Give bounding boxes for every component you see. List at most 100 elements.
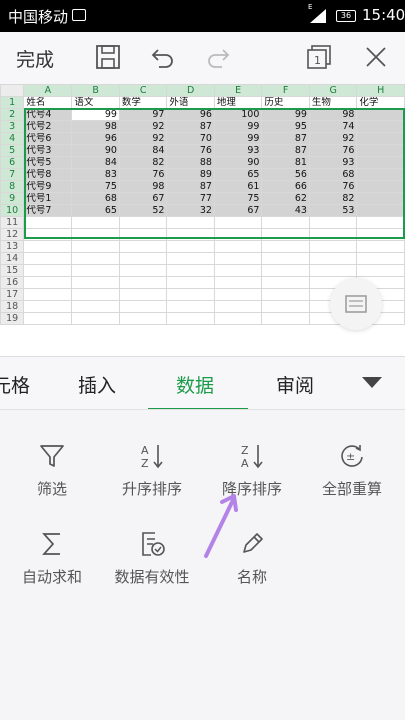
data-validation-button[interactable]: 数据有效性 xyxy=(102,530,202,587)
tabs-more-icon[interactable] xyxy=(362,377,382,388)
table-cell[interactable]: 代号7 xyxy=(23,204,73,217)
table-cell[interactable] xyxy=(308,216,358,229)
table-cell[interactable]: 代号3 xyxy=(23,144,73,157)
table-cell[interactable] xyxy=(356,216,405,229)
table-cell[interactable] xyxy=(166,216,215,229)
table-cell[interactable] xyxy=(118,312,168,325)
table-cell[interactable] xyxy=(118,288,168,301)
sheets-switch-icon[interactable]: 1 xyxy=(306,44,332,70)
table-cell[interactable] xyxy=(118,300,168,313)
table-cell[interactable] xyxy=(23,264,73,277)
table-cell[interactable]: 68 xyxy=(71,192,120,205)
row-header[interactable]: 10 xyxy=(0,204,25,217)
table-cell[interactable]: 地理 xyxy=(213,96,263,109)
table-cell[interactable] xyxy=(261,252,310,265)
table-cell[interactable]: 87 xyxy=(166,120,215,133)
table-cell[interactable] xyxy=(356,264,405,277)
table-cell[interactable]: 92 xyxy=(118,120,168,133)
table-cell[interactable]: 代号5 xyxy=(23,156,73,169)
table-cell[interactable] xyxy=(23,288,73,301)
table-cell[interactable]: 82 xyxy=(308,192,358,205)
table-cell[interactable] xyxy=(166,288,215,301)
table-cell[interactable]: 52 xyxy=(118,204,168,217)
table-cell[interactable]: 化学 xyxy=(356,96,405,109)
table-cell[interactable] xyxy=(356,168,405,181)
undo-icon[interactable] xyxy=(150,44,176,70)
table-cell[interactable] xyxy=(166,264,215,277)
row-header[interactable]: 12 xyxy=(0,228,25,241)
table-cell[interactable] xyxy=(23,240,73,253)
table-cell[interactable]: 67 xyxy=(213,204,263,217)
table-cell[interactable]: 75 xyxy=(71,180,120,193)
table-cell[interactable] xyxy=(213,240,263,253)
table-cell[interactable]: 99 xyxy=(71,108,120,121)
column-header[interactable]: F xyxy=(261,84,310,97)
row-header[interactable]: 1 xyxy=(0,96,25,109)
table-cell[interactable] xyxy=(213,288,263,301)
table-cell[interactable] xyxy=(71,300,120,313)
table-cell[interactable] xyxy=(166,252,215,265)
table-cell[interactable]: 生物 xyxy=(308,96,358,109)
table-cell[interactable] xyxy=(71,252,120,265)
table-cell[interactable] xyxy=(261,228,310,241)
table-cell[interactable]: 32 xyxy=(166,204,215,217)
table-cell[interactable] xyxy=(356,192,405,205)
table-cell[interactable]: 96 xyxy=(166,108,215,121)
table-cell[interactable]: 代号1 xyxy=(23,192,73,205)
table-cell[interactable] xyxy=(166,300,215,313)
table-cell[interactable]: 56 xyxy=(261,168,310,181)
row-header[interactable]: 16 xyxy=(0,276,25,289)
table-cell[interactable]: 77 xyxy=(166,192,215,205)
table-cell[interactable]: 65 xyxy=(71,204,120,217)
table-cell[interactable]: 100 xyxy=(213,108,263,121)
table-cell[interactable] xyxy=(213,252,263,265)
table-cell[interactable]: 70 xyxy=(166,132,215,145)
row-header[interactable]: 5 xyxy=(0,144,25,157)
table-cell[interactable] xyxy=(166,276,215,289)
table-cell[interactable]: 53 xyxy=(308,204,358,217)
table-cell[interactable]: 76 xyxy=(308,144,358,157)
table-cell[interactable]: 93 xyxy=(308,156,358,169)
table-cell[interactable] xyxy=(23,228,73,241)
table-cell[interactable]: 43 xyxy=(261,204,310,217)
table-cell[interactable]: 92 xyxy=(118,132,168,145)
table-cell[interactable]: 83 xyxy=(71,168,120,181)
table-cell[interactable]: 75 xyxy=(213,192,263,205)
table-cell[interactable]: 98 xyxy=(71,120,120,133)
table-cell[interactable]: 代号2 xyxy=(23,120,73,133)
table-cell[interactable] xyxy=(356,180,405,193)
table-cell[interactable] xyxy=(213,216,263,229)
table-cell[interactable] xyxy=(261,264,310,277)
tab-cell[interactable]: 元格 xyxy=(0,371,30,398)
table-cell[interactable]: 代号9 xyxy=(23,180,73,193)
table-cell[interactable] xyxy=(71,228,120,241)
table-cell[interactable] xyxy=(23,216,73,229)
row-header[interactable]: 2 xyxy=(0,108,25,121)
filter-button[interactable]: 筛选 xyxy=(2,442,102,499)
table-cell[interactable]: 历史 xyxy=(261,96,310,109)
row-header[interactable]: 18 xyxy=(0,300,25,313)
table-cell[interactable]: 93 xyxy=(213,144,263,157)
autosum-button[interactable]: 自动求和 xyxy=(2,530,102,587)
table-cell[interactable]: 88 xyxy=(166,156,215,169)
table-cell[interactable]: 代号6 xyxy=(23,132,73,145)
table-cell[interactable] xyxy=(356,204,405,217)
table-cell[interactable]: 82 xyxy=(118,156,168,169)
table-cell[interactable] xyxy=(71,312,120,325)
table-cell[interactable]: 61 xyxy=(213,180,263,193)
table-cell[interactable]: 语文 xyxy=(71,96,120,109)
table-cell[interactable]: 95 xyxy=(261,120,310,133)
table-cell[interactable] xyxy=(166,312,215,325)
table-cell[interactable]: 99 xyxy=(213,132,263,145)
table-cell[interactable]: 99 xyxy=(213,120,263,133)
table-cell[interactable] xyxy=(261,300,310,313)
row-header[interactable]: 6 xyxy=(0,156,25,169)
table-cell[interactable] xyxy=(308,240,358,253)
table-cell[interactable] xyxy=(118,264,168,277)
table-cell[interactable]: 外语 xyxy=(166,96,215,109)
row-header[interactable]: 15 xyxy=(0,264,25,277)
row-header[interactable]: 7 xyxy=(0,168,25,181)
done-button[interactable]: 完成 xyxy=(16,45,54,72)
table-cell[interactable] xyxy=(356,144,405,157)
table-cell[interactable] xyxy=(356,252,405,265)
